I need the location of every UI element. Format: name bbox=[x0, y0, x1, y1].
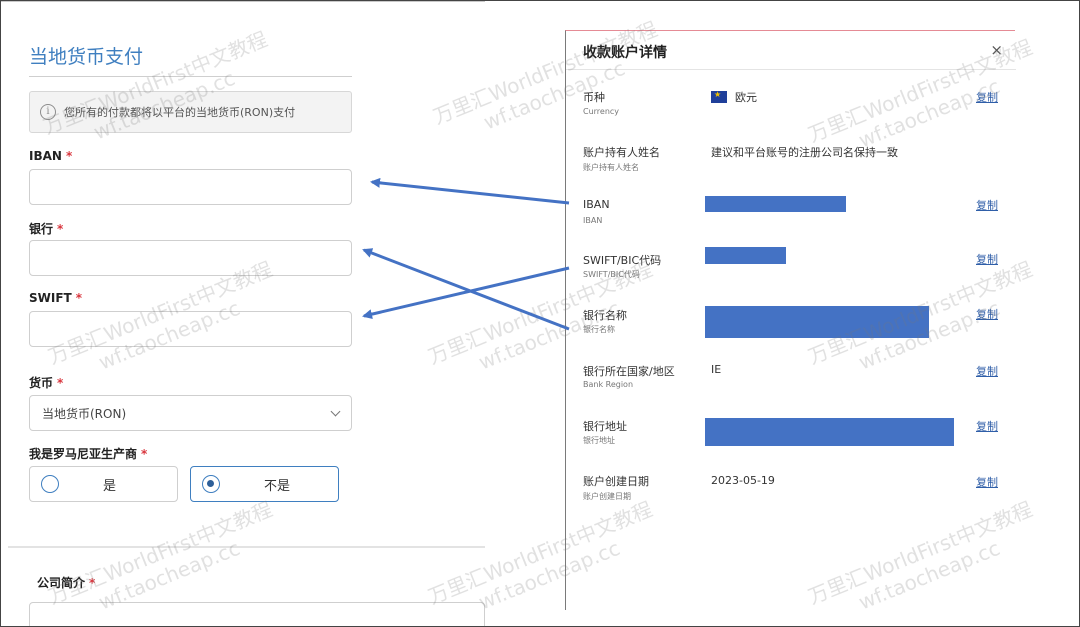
region-row-value: IE bbox=[711, 363, 722, 376]
panel-header-divider bbox=[566, 69, 1016, 70]
required-marker: * bbox=[75, 291, 83, 305]
radio-button-no[interactable] bbox=[202, 475, 220, 493]
radio-label-yes: 是 bbox=[103, 478, 117, 494]
swift-label: SWIFT * bbox=[29, 291, 83, 305]
page-title: 当地货币支付 bbox=[29, 46, 144, 68]
copy-bank-name-link[interactable]: 复制 bbox=[976, 306, 998, 322]
local-currency-form: 当地货币支付 i 您所有的付款都将以平台的当地货币(RON)支付 IBAN * 银… bbox=[0, 0, 485, 627]
title-divider bbox=[29, 76, 352, 77]
producer-yes-option[interactable]: 是 bbox=[29, 466, 178, 502]
currency-label: 货币 * bbox=[29, 376, 64, 390]
chevron-down-icon bbox=[330, 406, 341, 416]
currency-row-value: 欧元 bbox=[711, 89, 757, 105]
notice-text: 您所有的付款都将以平台的当地货币(RON)支付 bbox=[64, 106, 296, 119]
iban-label: IBAN * bbox=[29, 149, 73, 163]
copy-created-link[interactable]: 复制 bbox=[976, 474, 998, 490]
created-row-label: 账户创建日期 bbox=[583, 475, 649, 488]
bank-label: 银行 * bbox=[29, 222, 64, 236]
region-row-sub: Bank Region bbox=[583, 380, 634, 389]
currency-row-label: 币种 bbox=[583, 91, 605, 104]
redacted-swift bbox=[705, 247, 786, 264]
required-marker: * bbox=[57, 222, 64, 236]
bank-name-row-sub: 银行名称 bbox=[583, 325, 615, 334]
required-marker: * bbox=[89, 576, 96, 590]
company-profile-input[interactable] bbox=[29, 602, 485, 627]
company-profile-label: 公司简介 * bbox=[37, 576, 96, 590]
copy-iban-link[interactable]: 复制 bbox=[976, 197, 998, 213]
currency-notice: i 您所有的付款都将以平台的当地货币(RON)支付 bbox=[29, 91, 352, 133]
required-marker: * bbox=[65, 149, 73, 163]
radio-button-yes[interactable] bbox=[41, 475, 59, 493]
iban-row-sub: IBAN bbox=[583, 216, 603, 225]
required-marker: * bbox=[141, 447, 148, 461]
iban-row-label: IBAN bbox=[583, 198, 610, 211]
holder-row-sub: 账户持有人姓名 bbox=[583, 163, 639, 172]
panel-title: 收款账户详情 bbox=[583, 45, 667, 61]
close-icon[interactable]: × bbox=[990, 41, 1003, 59]
copy-region-link[interactable]: 复制 bbox=[976, 363, 998, 379]
iban-input[interactable] bbox=[29, 169, 352, 205]
eu-flag-icon bbox=[711, 90, 727, 103]
redacted-bank-address bbox=[705, 418, 954, 446]
producer-label: 我是罗马尼亚生产商 * bbox=[29, 447, 148, 461]
copy-address-link[interactable]: 复制 bbox=[976, 418, 998, 434]
redacted-bank-name bbox=[705, 306, 929, 338]
swift-input[interactable] bbox=[29, 311, 352, 347]
currency-select[interactable]: 当地货币(RON) bbox=[29, 395, 352, 431]
radio-label-no: 不是 bbox=[264, 478, 291, 494]
holder-row-label: 账户持有人姓名 bbox=[583, 146, 660, 159]
receiving-account-panel: 收款账户详情 × 币种 Currency 欧元 复制 账户持有人姓名 账户持有人… bbox=[565, 30, 1016, 610]
redacted-iban bbox=[705, 196, 846, 212]
holder-row-value: 建议和平台账号的注册公司名保持一致 bbox=[711, 146, 898, 159]
created-row-value: 2023-05-19 bbox=[711, 474, 775, 487]
copy-currency-link[interactable]: 复制 bbox=[976, 89, 998, 105]
currency-row-sub: Currency bbox=[583, 107, 620, 116]
created-row-sub: 账户创建日期 bbox=[583, 492, 631, 501]
swift-row-label: SWIFT/BIC代码 bbox=[583, 254, 662, 267]
address-row-label: 银行地址 bbox=[583, 420, 627, 433]
info-icon: i bbox=[40, 104, 56, 120]
producer-no-option[interactable]: 不是 bbox=[190, 466, 339, 502]
required-marker: * bbox=[57, 376, 64, 390]
region-row-label: 银行所在国家/地区 bbox=[583, 365, 675, 378]
swift-row-sub: SWIFT/BIC代码 bbox=[583, 270, 640, 279]
copy-swift-link[interactable]: 复制 bbox=[976, 251, 998, 267]
currency-select-value: 当地货币(RON) bbox=[42, 406, 127, 421]
bank-input[interactable] bbox=[29, 240, 352, 276]
address-row-sub: 银行地址 bbox=[583, 436, 615, 445]
section-divider bbox=[8, 546, 485, 548]
bank-name-row-label: 银行名称 bbox=[583, 309, 627, 322]
